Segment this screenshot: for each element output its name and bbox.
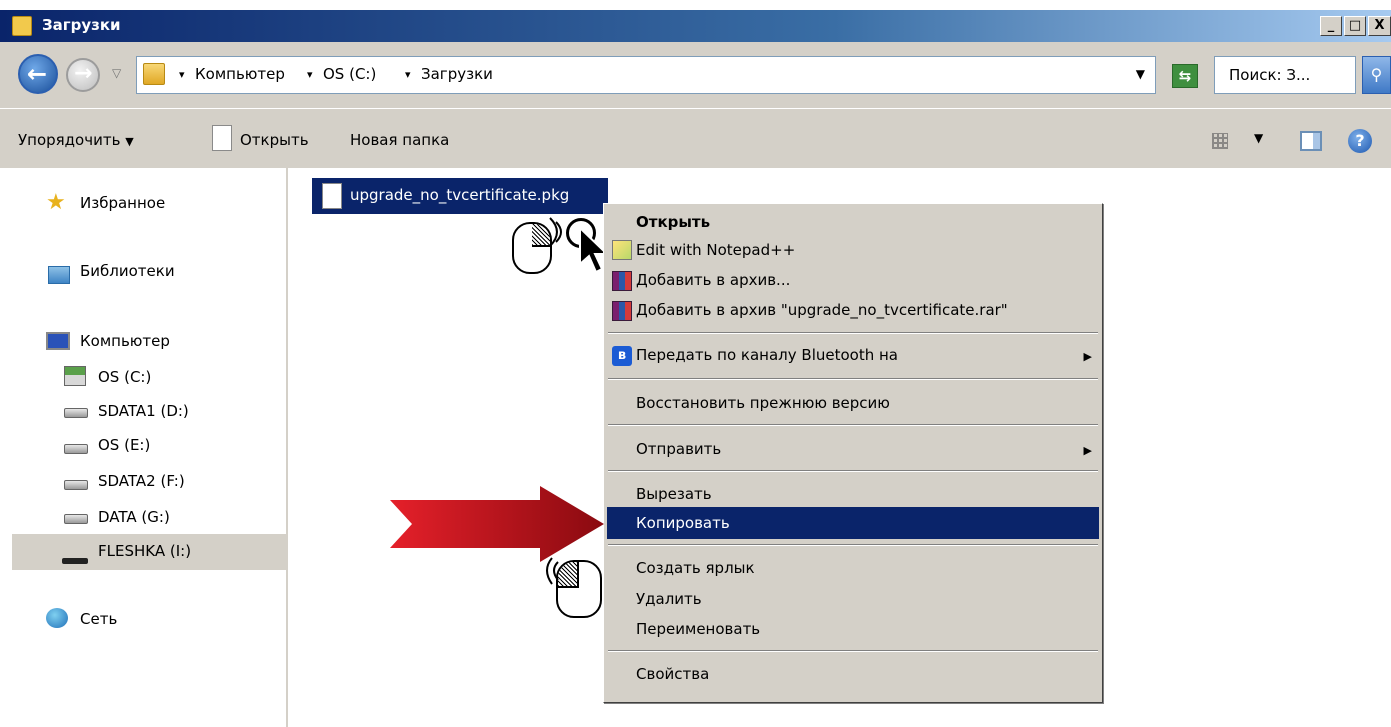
breadcrumb-item-computer[interactable]: Компьютер — [195, 65, 285, 83]
menu-item-add-rar[interactable]: Добавить в архив "upgrade_no_tvcertifica… — [636, 301, 1008, 319]
search-input[interactable]: Поиск: З... — [1214, 56, 1356, 94]
system-drive-icon — [64, 366, 86, 386]
file-item-selected[interactable]: upgrade_no_tvcertificate.pkg — [312, 178, 608, 214]
breadcrumb-separator[interactable]: ▾ — [405, 68, 411, 81]
forward-button[interactable]: → — [66, 58, 100, 92]
document-icon — [212, 125, 232, 151]
menu-item-create-shortcut[interactable]: Создать ярлык — [636, 559, 755, 577]
navigation-pane: ★ Избранное Библиотеки Компьютер OS (C:)… — [0, 168, 288, 727]
menu-item-restore[interactable]: Восстановить прежнюю версию — [636, 394, 890, 412]
menu-item-add-archive[interactable]: Добавить в архив... — [636, 271, 790, 289]
file-icon — [322, 183, 342, 209]
window-title-bar[interactable]: Загрузки _ □ X — [0, 10, 1391, 42]
click-wave-icon — [546, 557, 559, 585]
menu-separator — [608, 650, 1098, 652]
menu-item-bluetooth[interactable]: Передать по каналу Bluetooth на — [636, 346, 898, 364]
nav-item-drive-d[interactable]: SDATA1 (D:) — [98, 402, 189, 420]
drive-icon — [64, 444, 88, 454]
help-icon[interactable]: ? — [1348, 129, 1372, 153]
open-button[interactable]: Открыть — [240, 131, 309, 149]
nav-item-drive-f[interactable]: SDATA2 (F:) — [98, 472, 185, 490]
drive-icon — [64, 514, 88, 524]
computer-icon — [46, 332, 70, 350]
menu-item-cut[interactable]: Вырезать — [636, 485, 712, 503]
nav-item-network[interactable]: Сеть — [80, 610, 117, 628]
drive-icon — [64, 480, 88, 490]
menu-item-notepad[interactable]: Edit with Notepad++ — [636, 241, 795, 259]
menu-separator — [608, 378, 1098, 380]
chevron-down-icon: ▼ — [125, 135, 134, 148]
library-icon — [48, 266, 70, 284]
menu-item-send-to[interactable]: Отправить — [636, 440, 721, 458]
menu-separator — [608, 424, 1098, 426]
back-arrow-icon: ← — [27, 60, 48, 88]
file-name: upgrade_no_tvcertificate.pkg — [350, 186, 570, 204]
nav-item-computer[interactable]: Компьютер — [80, 332, 170, 350]
nav-item-drive-i[interactable]: FLESHKA (I:) — [98, 542, 191, 560]
nav-item-drive-c[interactable]: OS (C:) — [98, 368, 151, 386]
menu-separator — [608, 544, 1098, 546]
nav-item-favorites[interactable]: Избранное — [80, 194, 165, 212]
submenu-arrow-icon: ▶ — [1083, 444, 1092, 457]
winrar-icon — [612, 301, 632, 321]
winrar-icon — [612, 271, 632, 291]
address-dropdown-icon[interactable]: ▼ — [1136, 67, 1145, 81]
menu-item-copy[interactable]: Копировать — [636, 514, 730, 532]
refresh-button[interactable]: ⇆ — [1172, 64, 1198, 88]
breadcrumb-separator[interactable]: ▾ — [179, 68, 185, 81]
address-bar-area: ← → ▽ ▾ Компьютер ▾ OS (C:) ▾ Загрузки ▼… — [0, 42, 1391, 108]
search-icon[interactable]: ⚲ — [1362, 56, 1391, 94]
preview-pane-icon[interactable] — [1300, 131, 1322, 151]
folder-icon — [12, 16, 32, 36]
bluetooth-icon: ʙ — [612, 346, 632, 366]
view-options-icon[interactable] — [1212, 133, 1228, 149]
close-button[interactable]: X — [1368, 16, 1391, 36]
menu-item-open[interactable]: Открыть — [636, 213, 710, 231]
nav-item-drive-e[interactable]: OS (E:) — [98, 436, 150, 454]
context-menu: Открыть Edit with Notepad++ Добавить в а… — [603, 203, 1103, 703]
network-icon — [46, 608, 68, 628]
notepad-icon — [612, 240, 632, 260]
window-title: Загрузки — [42, 16, 121, 34]
organize-label: Упорядочить — [18, 131, 121, 149]
maximize-button[interactable]: □ — [1344, 16, 1366, 36]
nav-item-drive-g[interactable]: DATA (G:) — [98, 508, 170, 526]
new-folder-button[interactable]: Новая папка — [350, 131, 449, 149]
chevron-down-icon[interactable]: ▼ — [1254, 131, 1263, 145]
command-toolbar: Упорядочить ▼ Открыть Новая папка ▼ ? — [0, 108, 1391, 168]
breadcrumb[interactable]: ▾ Компьютер ▾ OS (C:) ▾ Загрузки ▼ — [136, 56, 1156, 94]
submenu-arrow-icon: ▶ — [1083, 350, 1092, 363]
drive-icon — [64, 408, 88, 418]
back-button[interactable]: ← — [18, 54, 58, 94]
folder-icon — [143, 63, 165, 85]
breadcrumb-separator[interactable]: ▾ — [307, 68, 313, 81]
menu-item-properties[interactable]: Свойства — [636, 665, 709, 683]
menu-separator — [608, 332, 1098, 334]
menu-item-delete[interactable]: Удалить — [636, 590, 702, 608]
breadcrumb-item-downloads[interactable]: Загрузки — [421, 65, 493, 83]
click-wave-icon — [549, 217, 562, 247]
menu-item-rename[interactable]: Переименовать — [636, 620, 760, 638]
nav-item-libraries[interactable]: Библиотеки — [80, 262, 175, 280]
usb-drive-icon — [62, 558, 88, 564]
minimize-button[interactable]: _ — [1320, 16, 1342, 36]
star-icon: ★ — [46, 190, 66, 215]
menu-separator — [608, 470, 1098, 472]
pointer-arrow-icon — [390, 486, 604, 562]
recent-pages-dropdown[interactable]: ▽ — [112, 66, 121, 80]
breadcrumb-item-drive[interactable]: OS (C:) — [323, 65, 376, 83]
forward-arrow-icon: → — [74, 61, 93, 86]
organize-menu[interactable]: Упорядочить ▼ — [18, 131, 134, 149]
